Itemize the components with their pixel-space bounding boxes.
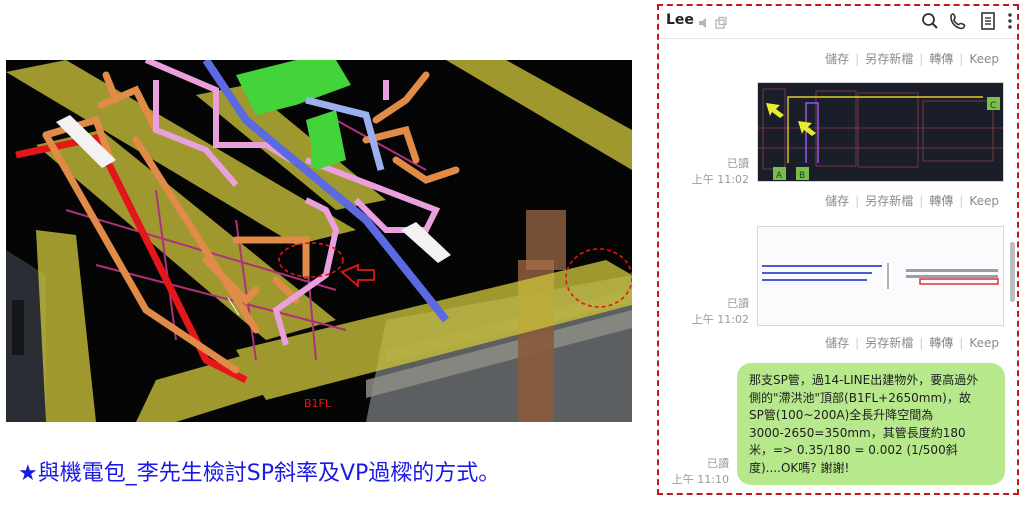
phone-icon[interactable] (947, 10, 969, 32)
text-message-bubble[interactable]: 那支SP管，過14-LINE出建物外，要高過外 側的"滯洪池"頂部(B1FL+2… (737, 363, 1005, 485)
mute-icon (697, 15, 711, 29)
document-thumbnail-2 (758, 227, 1003, 325)
forward-button[interactable]: 轉傳 (929, 52, 953, 66)
message-line: 側的"滯洪池"頂部(B1FL+2650mm)，故 (749, 390, 971, 405)
highlight-circle-1 (278, 242, 344, 278)
image-message-1[interactable]: A B C (757, 82, 1004, 182)
read-status: 已讀 (727, 157, 749, 170)
save-as-button[interactable]: 另存新檔 (865, 336, 913, 350)
chat-scrollbar[interactable] (1010, 242, 1015, 302)
search-icon[interactable] (919, 10, 941, 32)
drawing-thumbnail-1: A B C (758, 83, 1003, 181)
message-line: 3000-2650=350mm，其管長度約180 (749, 425, 966, 440)
message-line: 米，=> 0.35/180 = 0.002 (1/500斜 (749, 443, 958, 457)
bim-3d-view: B1FL (6, 60, 632, 422)
message-time: 上午 11:10 (671, 473, 729, 486)
arrow-annotation (340, 263, 375, 288)
message-line: 度)....OK嗎? 謝謝! (749, 460, 850, 475)
message-meta-3: 已讀 上午 11:10 (659, 456, 729, 488)
message-time: 上午 11:02 (691, 313, 749, 326)
message-line: SP管(100~200A)全長升降空間為 (749, 408, 934, 422)
image-message-2[interactable] (757, 226, 1004, 326)
message-line: 那支SP管，過14-LINE出建物外，要高過外 (749, 373, 979, 387)
save-button[interactable]: 儲存 (825, 336, 849, 350)
message-time: 上午 11:02 (691, 173, 749, 186)
save-as-button[interactable]: 另存新檔 (865, 194, 913, 208)
save-button[interactable]: 儲存 (825, 194, 849, 208)
keep-button[interactable]: Keep (969, 52, 999, 66)
bim-scene: B1FL (6, 60, 632, 422)
drawing-label-b: B (799, 171, 805, 181)
caption-text: ★與機電包_李先生檢討SP斜率及VP過樑的方式。 (18, 461, 501, 486)
read-status: 已讀 (707, 457, 729, 470)
more-icon[interactable] (999, 10, 1017, 32)
contact-name[interactable]: Lee (666, 12, 694, 28)
message-actions-bottom: 儲存 | 另存新檔 | 轉傳 | Keep (825, 336, 999, 350)
drawing-label-a: A (776, 171, 783, 181)
keep-button[interactable]: Keep (969, 194, 999, 208)
message-actions-top: 儲存 | 另存新檔 | 轉傳 | Keep (825, 52, 999, 66)
read-status: 已讀 (727, 297, 749, 310)
line-chat-panel: Lee 儲存 | 另存新檔 | 轉傳 | Keep 已讀 上午 11:02 A … (657, 4, 1019, 495)
drawing-label-c: C (990, 101, 996, 111)
notes-icon[interactable] (977, 10, 999, 32)
save-button[interactable]: 儲存 (825, 52, 849, 66)
save-as-button[interactable]: 另存新檔 (865, 52, 913, 66)
copy-icon (714, 15, 728, 29)
column-head (526, 210, 566, 270)
keep-button[interactable]: Keep (969, 336, 999, 350)
forward-button[interactable]: 轉傳 (929, 336, 953, 350)
chat-header: Lee (659, 6, 1017, 39)
message-actions-middle: 儲存 | 另存新檔 | 轉傳 | Keep (825, 194, 999, 208)
door-left (12, 300, 24, 355)
message-meta-1: 已讀 上午 11:02 (679, 156, 749, 188)
message-meta-2: 已讀 上午 11:02 (679, 296, 749, 328)
floor-label: B1FL (304, 397, 332, 410)
forward-button[interactable]: 轉傳 (929, 194, 953, 208)
